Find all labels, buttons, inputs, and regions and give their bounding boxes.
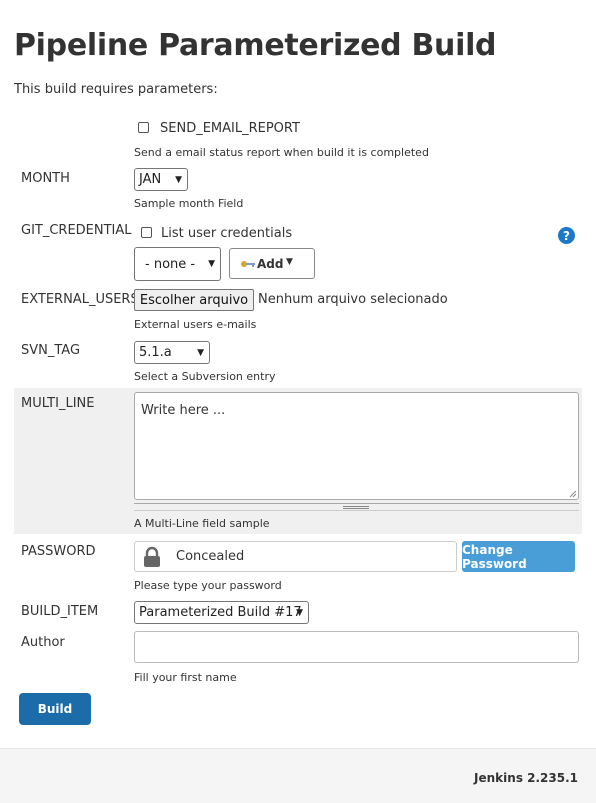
svn-tag-selected-value: 5.1.a <box>139 345 172 360</box>
chevron-down-icon: ▼ <box>175 174 182 185</box>
chevron-down-icon: ▼ <box>197 347 204 358</box>
multi-line-textarea[interactable]: Write here ... <box>134 392 579 500</box>
lock-icon <box>144 546 160 567</box>
git-credential-label: GIT_CREDENTIAL <box>21 223 132 238</box>
author-description: Fill your first name <box>134 671 237 684</box>
page-title: Pipeline Parameterized Build <box>14 28 497 63</box>
change-password-button[interactable]: Change Password <box>462 541 575 572</box>
send-email-report-label: SEND_EMAIL_REPORT <box>160 121 300 136</box>
month-label: MONTH <box>21 171 70 186</box>
multi-line-value: Write here ... <box>141 403 226 418</box>
add-credential-label: Add <box>257 257 284 271</box>
build-item-label: BUILD_ITEM <box>21 604 99 619</box>
month-description: Sample month Field <box>134 197 244 210</box>
build-intro-text: This build requires parameters: <box>14 82 218 97</box>
add-credential-button[interactable]: Add ▼ <box>229 248 315 279</box>
send-email-report-description: Send a email status report when build it… <box>134 146 429 159</box>
external-users-description: External users e-mails <box>134 318 257 331</box>
month-selected-value: JAN <box>139 172 162 187</box>
footer: Jenkins 2.235.1 <box>0 748 596 803</box>
textarea-resize-grip[interactable] <box>134 503 579 511</box>
help-icon[interactable]: ? <box>558 227 575 244</box>
password-field[interactable]: Concealed <box>134 541 457 572</box>
multi-line-label: MULTI_LINE <box>21 396 95 411</box>
list-user-credentials-checkbox[interactable] <box>141 227 152 238</box>
month-select[interactable]: JAN ▼ <box>134 168 188 191</box>
password-description: Please type your password <box>134 579 282 592</box>
jenkins-version[interactable]: Jenkins 2.235.1 <box>474 771 578 785</box>
svn-tag-select[interactable]: 5.1.a ▼ <box>134 341 210 364</box>
multi-line-description: A Multi-Line field sample <box>134 517 270 530</box>
password-value: Concealed <box>176 549 245 564</box>
no-file-selected-text: Nenhum arquivo selecionado <box>258 292 448 307</box>
author-input[interactable] <box>134 631 579 663</box>
build-item-select[interactable]: Parameterized Build #17 ▼ <box>134 601 309 624</box>
svn-tag-label: SVN_TAG <box>21 343 81 358</box>
external-users-label: EXTERNAL_USERS <box>21 292 139 307</box>
build-button[interactable]: Build <box>19 693 91 725</box>
chevron-down-icon: ▼ <box>296 607 303 618</box>
key-icon <box>241 261 255 267</box>
build-item-selected-value: Parameterized Build #17 <box>139 605 302 620</box>
resize-handle-icon[interactable] <box>569 490 577 498</box>
list-user-credentials-label: List user credentials <box>161 226 293 241</box>
chevron-down-icon: ▼ <box>208 259 215 269</box>
caret-down-icon: ▼ <box>286 257 293 267</box>
password-label: PASSWORD <box>21 544 96 559</box>
author-label: Author <box>21 635 65 650</box>
svn-tag-description: Select a Subversion entry <box>134 370 276 383</box>
choose-file-button[interactable]: Escolher arquivo <box>134 289 254 311</box>
git-credential-selected-value: - none - <box>145 256 196 272</box>
git-credential-select[interactable]: - none - ▼ <box>134 247 221 281</box>
send-email-report-checkbox[interactable] <box>138 122 149 133</box>
